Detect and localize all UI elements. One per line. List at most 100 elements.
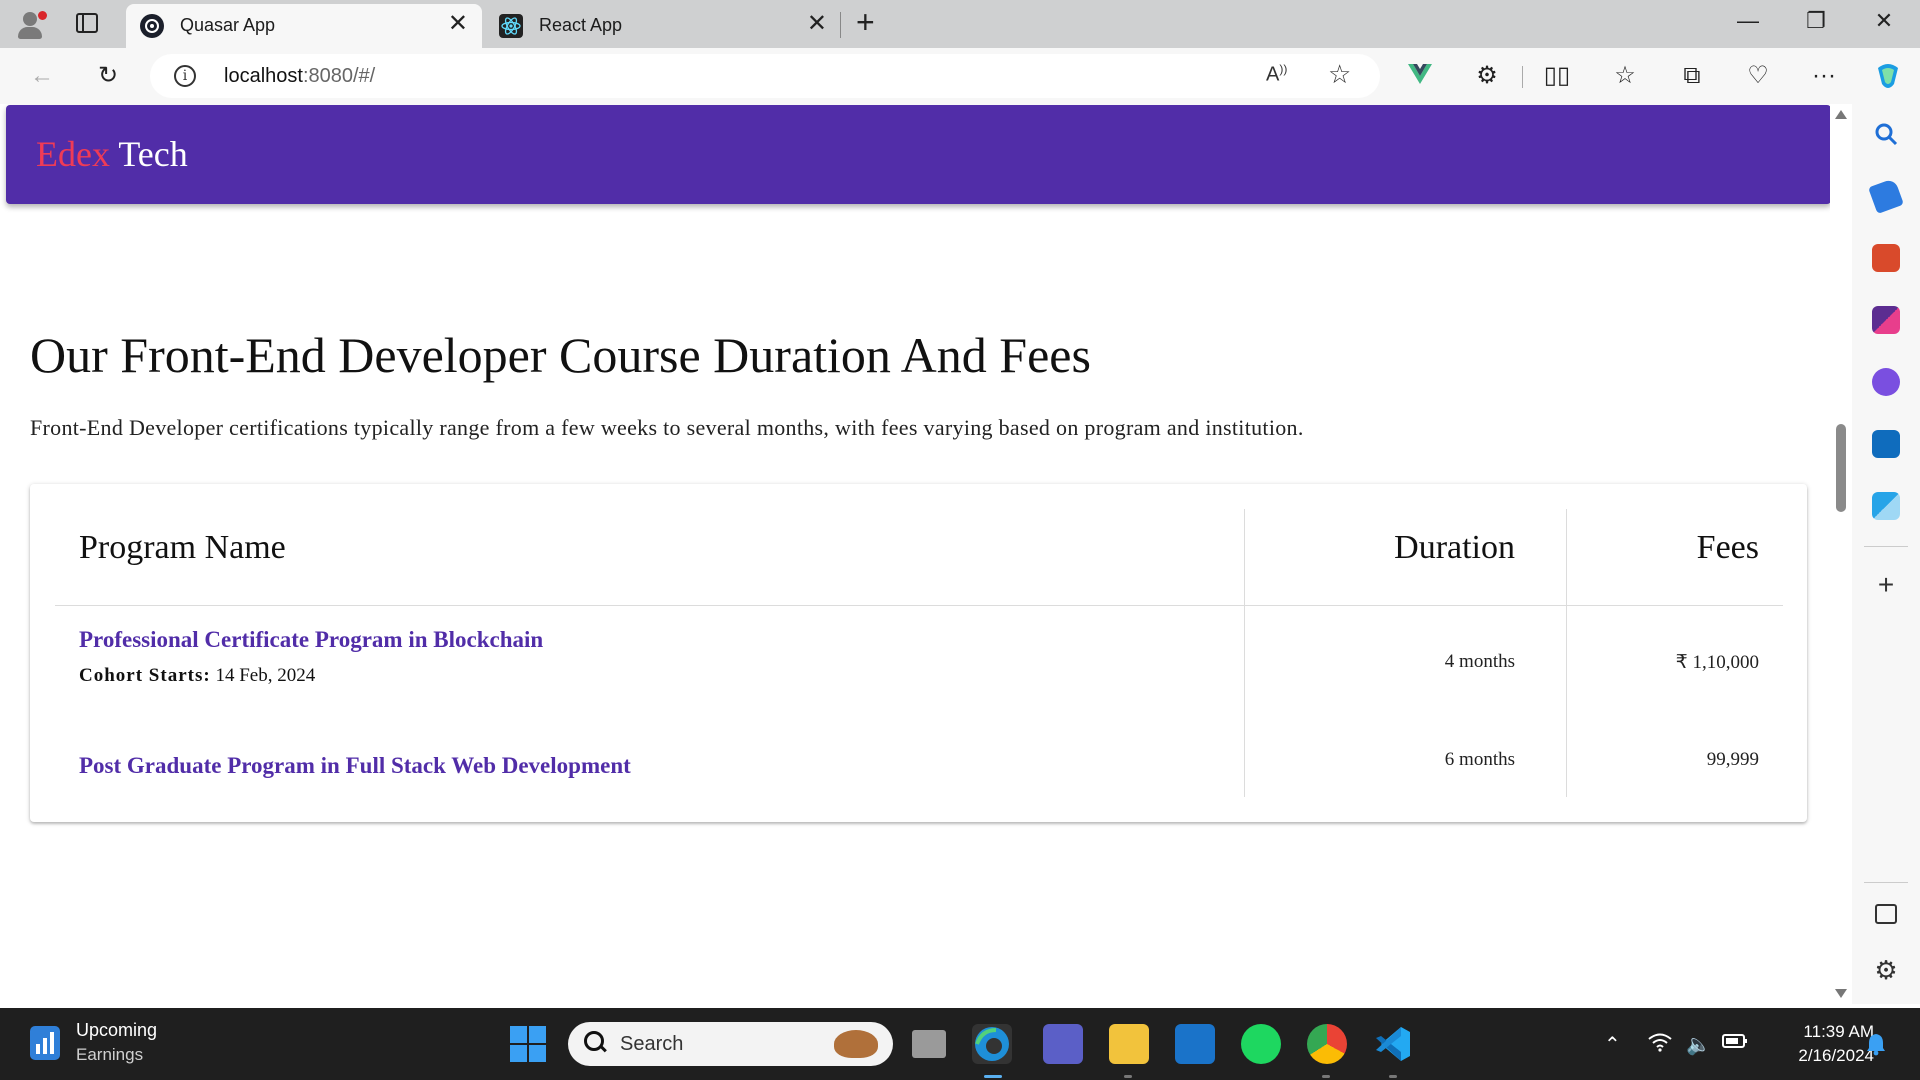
brand-logo[interactable]: Edex Tech — [36, 133, 188, 175]
app-indicator — [1389, 1075, 1397, 1078]
edge-sidebar: + ⚙ — [1852, 104, 1920, 1004]
favorite-star-icon[interactable]: ☆ — [1328, 59, 1351, 90]
page-scrollbar[interactable] — [1830, 104, 1852, 1004]
clock-date: 2/16/2024 — [1798, 1046, 1874, 1065]
notification-bell-icon[interactable] — [1866, 1032, 1886, 1062]
mail-icon[interactable] — [1175, 1024, 1215, 1064]
close-tab-icon[interactable]: ✕ — [448, 12, 468, 36]
app-indicator — [1124, 1075, 1132, 1078]
taskbar-search[interactable]: Search — [568, 1022, 893, 1066]
column-header-fees: Fees — [1696, 529, 1759, 566]
spotify-icon[interactable] — [1241, 1024, 1281, 1064]
scroll-thumb[interactable] — [1836, 424, 1846, 512]
search-highlight-icon — [834, 1030, 878, 1058]
browser-toolbar: ← ↻ i localhost:8080/#/ A)) ☆ ⚙ ▯▯ ☆ ⧉ ♡… — [0, 48, 1920, 104]
fees-cell: ₹ 1,10,000 — [1675, 652, 1759, 673]
search-placeholder: Search — [620, 1033, 684, 1055]
page-viewport: Edex Tech Our Front-End Developer Course… — [0, 104, 1852, 1004]
column-header-duration: Duration — [1394, 529, 1515, 566]
toolbar-divider — [1522, 66, 1523, 88]
tab-quasar-app[interactable]: Quasar App ✕ — [126, 4, 482, 48]
microsoft-365-icon[interactable] — [1872, 368, 1900, 396]
minimize-icon[interactable]: — — [1728, 8, 1768, 34]
file-explorer-icon[interactable] — [1109, 1024, 1149, 1064]
taskbar-clock[interactable]: 11:39 AM 2/16/2024 — [1774, 1020, 1874, 1068]
restore-icon[interactable]: ❐ — [1796, 8, 1836, 34]
chrome-icon[interactable] — [1307, 1024, 1347, 1064]
sidebar-divider — [1864, 882, 1908, 883]
tools-icon[interactable] — [1872, 244, 1900, 272]
column-header-program: Program Name — [79, 529, 286, 566]
read-aloud-icon[interactable]: A)) — [1266, 62, 1287, 87]
app-header: Edex Tech — [6, 105, 1831, 204]
new-tab-icon[interactable]: + — [856, 6, 875, 38]
collections-icon[interactable]: ⧉ — [1676, 60, 1708, 92]
extensions-icon[interactable]: ⚙ — [1471, 60, 1503, 92]
split-screen-icon[interactable]: ▯▯ — [1541, 60, 1573, 92]
volume-icon[interactable]: 🔈 — [1686, 1032, 1711, 1057]
windows-taskbar: Upcoming Earnings Search ⌃ 🔈 11:39 AM 2/… — [0, 1008, 1920, 1080]
clock-time: 11:39 AM — [1803, 1022, 1874, 1041]
wifi-icon[interactable] — [1648, 1032, 1672, 1058]
vue-devtools-icon[interactable] — [1404, 60, 1436, 92]
fees-table-card: Program Name Duration Fees Professional … — [30, 484, 1807, 822]
show-hidden-icons-icon[interactable]: ⌃ — [1604, 1032, 1621, 1057]
program-link[interactable]: Post Graduate Program in Full Stack Web … — [79, 753, 631, 779]
scroll-down-arrow-icon[interactable] — [1835, 989, 1847, 998]
settings-gear-icon[interactable]: ⚙ — [1872, 956, 1900, 984]
cohort-label: Cohort Starts: — [79, 665, 211, 686]
shopping-tag-icon[interactable] — [1868, 178, 1904, 214]
task-view-icon[interactable] — [912, 1030, 946, 1058]
refresh-icon[interactable]: ↻ — [92, 60, 124, 92]
outlook-icon[interactable] — [1872, 430, 1900, 458]
site-info-icon[interactable]: i — [174, 65, 196, 87]
tab-actions-icon[interactable] — [76, 13, 98, 33]
browser-tab-strip: Quasar App ✕ React App ✕ + — ❐ ✕ — [0, 0, 1920, 48]
active-app-indicator — [984, 1075, 1002, 1078]
url-text[interactable]: localhost:8080/#/ — [224, 65, 375, 88]
stocks-widget-icon[interactable] — [30, 1026, 60, 1060]
start-icon[interactable] — [508, 1024, 548, 1064]
tab-title: React App — [539, 15, 623, 35]
search-icon[interactable] — [1872, 120, 1900, 148]
tab-separator — [840, 12, 841, 38]
page-title: Our Front-End Developer Course Duration … — [30, 327, 1091, 383]
browser-essentials-icon[interactable]: ♡ — [1742, 60, 1774, 92]
more-options-icon[interactable]: ··· — [1808, 60, 1840, 92]
page-description: Front-End Developer certifications typic… — [30, 415, 1304, 440]
app-indicator — [1322, 1075, 1330, 1078]
battery-icon[interactable] — [1722, 1032, 1748, 1055]
duration-cell: 6 months — [1444, 749, 1515, 770]
program-link[interactable]: Professional Certificate Program in Bloc… — [79, 627, 543, 653]
add-sidebar-app-icon[interactable]: + — [1872, 571, 1900, 600]
tab-react-app[interactable]: React App ✕ — [485, 4, 841, 48]
address-bar[interactable]: i localhost:8080/#/ A)) ☆ — [150, 54, 1380, 98]
hide-sidebar-icon[interactable] — [1875, 904, 1897, 924]
sidebar-divider — [1864, 546, 1908, 547]
close-window-icon[interactable]: ✕ — [1864, 8, 1904, 34]
widget-subtitle[interactable]: Earnings — [76, 1045, 143, 1065]
favorites-icon[interactable]: ☆ — [1609, 60, 1641, 92]
column-divider — [1244, 509, 1245, 797]
column-divider — [1566, 509, 1567, 797]
games-icon[interactable] — [1872, 306, 1900, 334]
cohort-info: Cohort Starts: 14 Feb, 2024 — [79, 665, 315, 687]
back-icon[interactable]: ← — [26, 60, 58, 92]
teams-icon[interactable] — [1043, 1024, 1083, 1064]
widget-title[interactable]: Upcoming — [76, 1020, 157, 1041]
fees-cell: 99,999 — [1706, 749, 1759, 770]
copilot-icon[interactable] — [1872, 60, 1904, 92]
header-divider — [55, 605, 1783, 606]
tab-title: Quasar App — [180, 15, 276, 35]
search-icon — [584, 1031, 606, 1053]
vscode-icon[interactable] — [1373, 1024, 1413, 1064]
scroll-up-arrow-icon[interactable] — [1835, 110, 1847, 119]
duration-cell: 4 months — [1444, 651, 1515, 672]
edge-taskbar-icon[interactable] — [972, 1024, 1012, 1064]
cohort-date: 14 Feb, 2024 — [215, 665, 316, 686]
drop-icon[interactable] — [1872, 492, 1900, 520]
react-favicon-icon — [499, 14, 523, 38]
quasar-favicon-icon — [140, 14, 164, 38]
close-tab-icon[interactable]: ✕ — [807, 12, 827, 36]
profile-avatar-icon[interactable] — [14, 8, 48, 42]
